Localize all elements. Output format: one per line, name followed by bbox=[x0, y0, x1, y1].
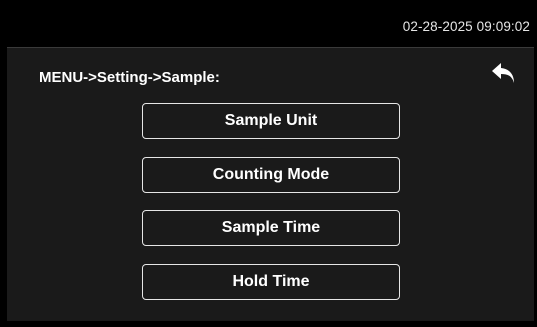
breadcrumb: MENU->Setting->Sample: bbox=[39, 69, 220, 86]
counting-mode-button[interactable]: Counting Mode bbox=[142, 157, 400, 193]
sample-unit-button[interactable]: Sample Unit bbox=[142, 103, 400, 139]
back-button[interactable] bbox=[488, 61, 520, 87]
return-arrow-icon bbox=[492, 63, 514, 83]
hold-time-button[interactable]: Hold Time bbox=[142, 264, 400, 300]
status-bar: 02-28-2025 09:09:02 bbox=[7, 5, 534, 48]
sample-time-button[interactable]: Sample Time bbox=[142, 210, 400, 246]
datetime-display: 02-28-2025 09:09:02 bbox=[402, 19, 530, 34]
device-screen: 02-28-2025 09:09:02 MENU->Setting->Sampl… bbox=[7, 5, 534, 321]
